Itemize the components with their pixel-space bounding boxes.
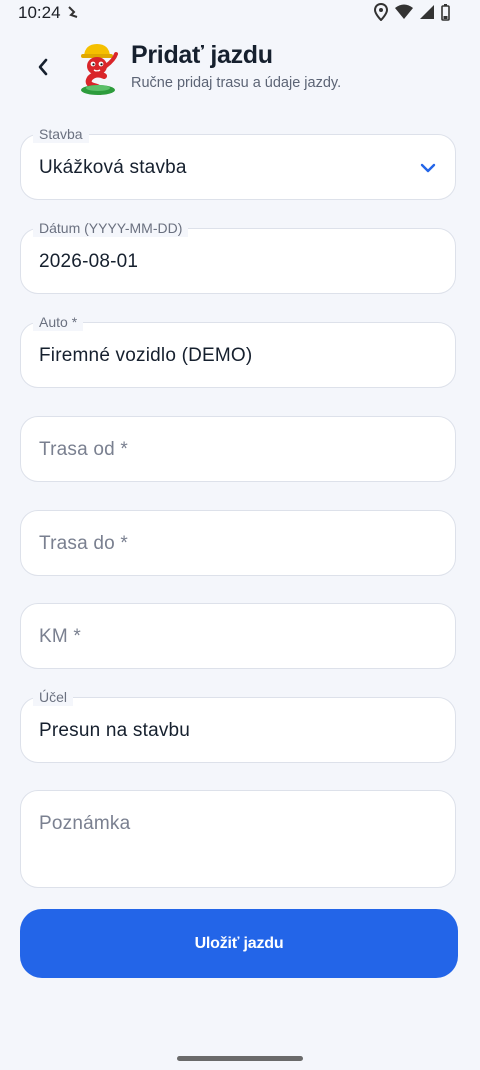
- trasa-do-placeholder: Trasa do *: [39, 533, 128, 554]
- poznamka-placeholder: Poznámka: [39, 813, 131, 834]
- auto-value: Firemné vozidlo (DEMO): [39, 345, 253, 366]
- signal-icon: [420, 5, 434, 19]
- trasa-do-field[interactable]: Trasa do *: [20, 510, 456, 576]
- location-icon: [374, 3, 388, 21]
- vibrate-icon: [68, 6, 78, 18]
- back-button[interactable]: [30, 52, 56, 82]
- chevron-down-icon: [420, 163, 436, 173]
- trasa-od-placeholder: Trasa od *: [39, 439, 128, 460]
- wifi-icon: [395, 4, 413, 19]
- trasa-od-field[interactable]: Trasa od *: [20, 416, 456, 482]
- stavba-select[interactable]: Stavba Ukážková stavba: [20, 125, 456, 200]
- auto-field[interactable]: Auto * Firemné vozidlo (DEMO): [20, 313, 456, 388]
- page-subtitle: Ručne pridaj trasu a údaje jazdy.: [131, 75, 342, 91]
- ucel-value: Presun na stavbu: [39, 720, 191, 741]
- back-chevron-icon: [38, 58, 48, 76]
- status-icons: [374, 3, 450, 21]
- save-button[interactable]: Uložiť jazdu: [20, 909, 458, 978]
- mascot-logo: [81, 44, 118, 95]
- km-placeholder: KM *: [39, 626, 81, 647]
- datum-label: Dátum (YYYY-MM-DD): [33, 219, 189, 237]
- km-field[interactable]: KM *: [20, 603, 456, 669]
- home-indicator[interactable]: [177, 1056, 303, 1061]
- poznamka-field[interactable]: Poznámka: [20, 790, 456, 888]
- page-title: Pridať jazdu: [131, 41, 273, 69]
- battery-icon: [441, 3, 450, 21]
- datum-value: 2026-08-01: [39, 251, 139, 272]
- stavba-value: Ukážková stavba: [39, 157, 187, 178]
- datum-field[interactable]: Dátum (YYYY-MM-DD) 2026-08-01: [20, 219, 456, 294]
- auto-label: Auto *: [33, 313, 84, 331]
- ucel-field[interactable]: Účel Presun na stavbu: [20, 688, 456, 763]
- status-time: 10:24: [18, 3, 61, 22]
- status-bar: 10:24: [0, 0, 480, 26]
- stavba-label: Stavba: [33, 125, 89, 143]
- ucel-label: Účel: [33, 688, 74, 706]
- page-header: Pridať jazdu Ručne pridaj trasu a údaje …: [0, 38, 480, 100]
